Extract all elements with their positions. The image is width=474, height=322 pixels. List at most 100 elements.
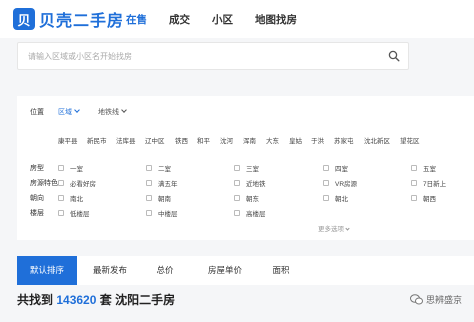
district-option[interactable]: 苏家屯 (334, 135, 354, 145)
search-input[interactable] (28, 43, 368, 69)
search-icon[interactable] (388, 50, 400, 62)
district-option[interactable]: 新民市 (87, 135, 107, 145)
checkbox[interactable] (323, 180, 329, 186)
room-type-option[interactable]: 五室 (411, 163, 436, 173)
feature-option-label: 满五年 (158, 181, 178, 188)
orientation-option[interactable]: 朝南 (146, 193, 171, 203)
district-option[interactable]: 于洪 (311, 135, 324, 145)
position-tab-district[interactable]: 区域 (58, 107, 80, 117)
more-options-label: 更多选项 (318, 226, 344, 233)
nav-item-sold[interactable]: 成交 (169, 12, 190, 27)
room-type-option[interactable]: 二室 (146, 163, 171, 173)
orientation-option[interactable]: 朝西 (411, 193, 436, 203)
district-option[interactable]: 辽中区 (145, 135, 165, 145)
nav-item-map-search[interactable]: 地图找房 (255, 12, 297, 27)
position-tab-subway[interactable]: 地铁线 (98, 107, 127, 117)
sort-tab-newest[interactable]: 最新发布 (83, 256, 137, 285)
room-type-option[interactable]: 三室 (234, 163, 259, 173)
orientation-option[interactable]: 朝东 (234, 193, 259, 203)
floor-option-label: 高楼层 (246, 211, 266, 218)
watermark-text: 思辨盛京 (425, 295, 462, 305)
checkbox[interactable] (323, 195, 329, 201)
orientation-option-label: 朝南 (158, 196, 171, 203)
district-option[interactable]: 和平 (197, 135, 210, 145)
district-option[interactable]: 沈河 (220, 135, 233, 145)
result-prefix: 共找到 (17, 293, 54, 307)
checkbox[interactable] (58, 210, 64, 216)
feature-option-label: 近地铁 (246, 181, 266, 188)
room-type-option-label: 四室 (335, 166, 348, 173)
checkbox[interactable] (234, 165, 240, 171)
feature-option[interactable]: 7日新上 (411, 178, 446, 188)
checkbox[interactable] (58, 165, 64, 171)
nav-item-on-sale[interactable]: 在售 (126, 12, 147, 27)
district-option[interactable]: 沈北新区 (364, 135, 390, 145)
watermark: 思辨盛京 (409, 293, 462, 306)
feature-option[interactable]: 必看好房 (58, 178, 96, 188)
orientation-option-label: 朝北 (335, 196, 348, 203)
checkbox[interactable] (58, 180, 64, 186)
room-type-option[interactable]: 一室 (58, 163, 83, 173)
sort-tab-area[interactable]: 面积 (261, 256, 301, 285)
checkbox[interactable] (146, 180, 152, 186)
feature-option[interactable]: 满五年 (146, 178, 178, 188)
result-suffix: 套 沈阳二手房 (99, 293, 176, 307)
feature-label: 房源特色 (30, 180, 58, 187)
room-type-option[interactable]: 四室 (323, 163, 348, 173)
chevron-down-icon (345, 226, 350, 231)
room-type-option-label: 一室 (70, 166, 83, 173)
feature-option[interactable]: VR房源 (323, 178, 357, 188)
checkbox[interactable] (146, 195, 152, 201)
room-type-option-label: 三室 (246, 166, 259, 173)
checkbox[interactable] (58, 195, 64, 201)
search-box (17, 42, 409, 70)
checkbox[interactable] (411, 195, 417, 201)
floor-option[interactable]: 高楼层 (234, 208, 266, 218)
checkbox[interactable] (234, 180, 240, 186)
checkbox[interactable] (234, 195, 240, 201)
orientation-option-label: 南北 (70, 196, 83, 203)
more-options-toggle[interactable]: 更多选项 (318, 223, 350, 233)
district-option[interactable]: 法库县 (116, 135, 136, 145)
checkbox[interactable] (146, 210, 152, 216)
nav-item-community[interactable]: 小区 (212, 12, 233, 27)
sort-bar: 默认排序 最新发布 总价 房屋单价 面积 (17, 256, 474, 285)
position-tab-subway-label: 地铁线 (98, 109, 119, 116)
floor-option[interactable]: 低楼层 (58, 208, 90, 218)
floor-label: 楼层 (30, 210, 44, 217)
district-option[interactable]: 铁西 (175, 135, 188, 145)
orientation-option[interactable]: 朝北 (323, 193, 348, 203)
feature-option[interactable]: 近地铁 (234, 178, 266, 188)
room-type-option-label: 五室 (423, 166, 436, 173)
checkbox[interactable] (323, 165, 329, 171)
main-nav: 在售 成交 小区 地图找房 (126, 12, 319, 27)
logo-badge: 贝 (13, 8, 35, 30)
feature-option-label: VR房源 (335, 181, 358, 188)
chevron-down-icon (121, 107, 127, 113)
chat-bubble-icon (409, 294, 423, 305)
sort-tab-total-price[interactable]: 总价 (143, 256, 187, 285)
room-type-option-label: 二室 (158, 166, 171, 173)
district-option[interactable]: 康平县 (58, 135, 78, 145)
checkbox[interactable] (146, 165, 152, 171)
district-option[interactable]: 大东 (266, 135, 279, 145)
checkbox[interactable] (411, 180, 417, 186)
district-option[interactable]: 浑南 (243, 135, 256, 145)
district-option[interactable]: 皇姑 (289, 135, 302, 145)
logo[interactable]: 贝 贝壳二手房 (13, 7, 124, 31)
sort-tab-default[interactable]: 默认排序 (17, 256, 77, 285)
floor-option-label: 中楼层 (158, 211, 178, 218)
orientation-option[interactable]: 南北 (58, 193, 83, 203)
feature-option-label: 必看好房 (70, 181, 96, 188)
checkbox[interactable] (411, 165, 417, 171)
district-option[interactable]: 望花区 (400, 135, 420, 145)
room-type-label: 房型 (30, 165, 44, 172)
feature-option-label: 7日新上 (423, 181, 447, 188)
orientation-option-label: 朝西 (423, 196, 436, 203)
floor-option[interactable]: 中楼层 (146, 208, 178, 218)
sort-tab-unit-price[interactable]: 房屋单价 (195, 256, 255, 285)
orientation-option-label: 朝东 (246, 196, 259, 203)
page: 贝 贝壳二手房 在售 成交 小区 地图找房 位置 区域 地铁线 康平县 新民市 … (0, 0, 474, 322)
checkbox[interactable] (234, 210, 240, 216)
logo-text: 贝壳二手房 (39, 13, 125, 30)
